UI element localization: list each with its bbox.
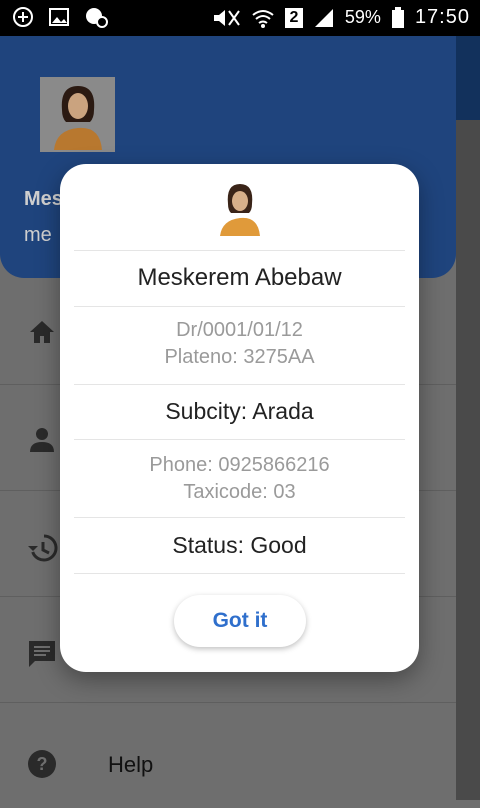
got-it-button[interactable]: Got it [174, 595, 306, 647]
svg-text:?: ? [37, 754, 48, 774]
plate-number: Plateno: 3275AA [164, 346, 315, 368]
driver-id: Dr/0001/01/12 [176, 319, 303, 341]
divider [74, 573, 405, 574]
battery-percentage: 59% [344, 7, 381, 27]
divider [74, 250, 405, 251]
taxi-code: Taxicode: 03 [183, 481, 296, 503]
status-bar: 2 59% 17:50 [0, 0, 480, 36]
status-right-icons: 2 59% 17:50 [211, 6, 470, 29]
phone-number: Phone: 0925866216 [149, 454, 330, 476]
menu-item-help[interactable]: ? Help [0, 702, 456, 808]
driver-avatar-icon [220, 184, 260, 236]
header-name-partial: Mes [24, 188, 63, 210]
image-icon [49, 8, 69, 26]
message-icon [29, 641, 55, 667]
divider [74, 384, 405, 385]
badge-icon [86, 8, 108, 28]
add-notification-icon [13, 7, 33, 27]
signal-icon [314, 8, 333, 27]
history-icon [28, 534, 58, 562]
divider [74, 517, 405, 518]
avatar-person-icon [53, 85, 102, 150]
help-label: Help [108, 752, 154, 777]
profile-avatar [40, 77, 115, 152]
help-icon: ? [28, 750, 56, 778]
battery-icon [391, 6, 404, 28]
divider [74, 306, 405, 307]
header-sub-partial: me [24, 224, 52, 246]
person-icon [30, 428, 54, 452]
background-content-edge [456, 36, 480, 800]
home-icon [30, 321, 54, 343]
divider [74, 439, 405, 440]
clock: 17:50 [414, 6, 470, 28]
subcity: Subcity: Arada [165, 398, 314, 424]
background-appbar-edge [456, 36, 480, 120]
sim-slot-badge: 2 [284, 7, 303, 28]
driver-status: Status: Good [172, 532, 307, 558]
wifi-icon [252, 9, 274, 28]
mute-icon [213, 9, 240, 26]
driver-name: Meskerem Abebaw [137, 264, 342, 291]
driver-info-dialog: Meskerem Abebaw Dr/0001/01/12 Plateno: 3… [60, 164, 419, 672]
status-left-icons [12, 6, 108, 28]
